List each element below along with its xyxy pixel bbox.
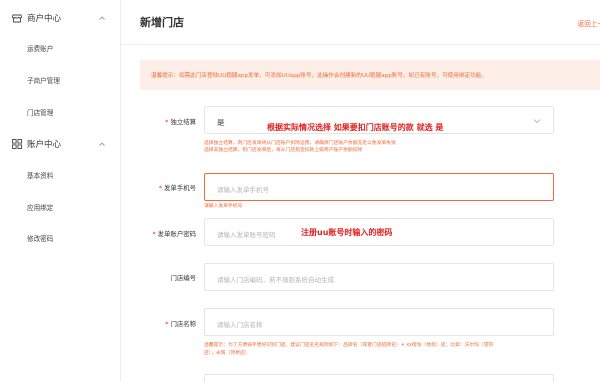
settle-label: * 独立结算 — [165, 118, 196, 126]
sidebar-item-basic-info[interactable]: 基本资料 — [0, 166, 121, 184]
password-annotation: 注册uu账号时输入的密码 — [301, 228, 393, 237]
password-label: * 发单账户密码 — [152, 230, 196, 238]
phone-input[interactable]: 请输入发单手机号 — [204, 173, 554, 201]
notice-banner: 温馨提示：如需此门店登陆UU跑腿app发单，可添加UUapp账号，此操作会创建新… — [140, 60, 600, 90]
page-title: 新增门店 — [140, 16, 184, 29]
main-content: 新增门店 返回上一 温馨提示：如需此门店登陆UU跑腿app发单，可添加UUapp… — [121, 0, 600, 382]
chevron-up-icon — [99, 142, 105, 146]
phone-label: * 发单手机号 — [158, 184, 196, 192]
next-field[interactable] — [204, 374, 554, 382]
store-name-placeholder: 请输入门店名称 — [217, 321, 263, 329]
sidebar-item-freight-account[interactable]: 运费账户 — [0, 39, 121, 57]
store-code-input[interactable]: 请输入门店编码，若不填则系统自动生成 — [204, 263, 554, 291]
sidebar-item-label: 运费账户 — [27, 45, 54, 53]
phone-error: 请输入发单手机号 — [204, 204, 243, 209]
grid-icon — [12, 139, 22, 149]
settle-value: 是 — [217, 118, 225, 127]
settle-annotation: 根据实际情况选择 如果要扣门店账号的款 就选 是 — [267, 123, 444, 132]
phone-placeholder: 请输入发单手机号 — [217, 186, 269, 194]
code-label: 门店编号 — [170, 274, 196, 282]
settle-hint: 选择非独立结算，则门店发单后，将从门店指定扣款上级商户账户余额扣除 — [204, 148, 363, 153]
back-link[interactable]: 返回上一 — [578, 18, 600, 28]
sidebar-item-sub-merchants[interactable]: 子商户管理 — [0, 71, 121, 89]
sidebar-item-label: 子商户管理 — [27, 77, 60, 85]
store-name-hint: 店），永辉（顶桥店） — [204, 351, 250, 356]
sidebar-item-app-binding[interactable]: 应用绑定 — [0, 198, 121, 216]
name-label: * 门店名称 — [165, 320, 196, 328]
menu-group-merchant-center[interactable]: 商户中心 — [0, 8, 121, 28]
sidebar: 商户中心 运费账户 子商户管理 门店管理 账户中心 基本资料 应用绑定 修改密码 — [0, 0, 121, 382]
chevron-down-icon — [533, 119, 541, 124]
sidebar-item-store-management[interactable]: 门店管理 — [0, 103, 121, 121]
chevron-up-icon — [99, 16, 105, 20]
menu-group-account-center[interactable]: 账户中心 — [0, 134, 121, 154]
sidebar-item-label: 修改密码 — [27, 235, 54, 243]
menu-group-title: 账户中心 — [27, 140, 62, 150]
notice-text: 温馨提示：如需此门店登陆UU跑腿app发单，可添加UUapp账号，此操作会创建新… — [151, 73, 487, 79]
store-icon — [12, 14, 22, 23]
sidebar-item-label: 门店管理 — [27, 109, 54, 117]
sidebar-item-label: 基本资料 — [27, 172, 54, 180]
sidebar-item-change-password[interactable]: 修改密码 — [0, 229, 121, 247]
store-name-input[interactable]: 请输入门店名称 — [204, 308, 554, 336]
store-name-hint: 温馨提示：为了方便骑手更好识别门店，建议门店名名规则如下：品牌名（或者门店招牌名… — [204, 343, 494, 348]
password-placeholder: 请输入发单账号密码 — [217, 231, 276, 239]
sidebar-item-label: 应用绑定 — [27, 204, 54, 212]
page-header: 新增门店 返回上一 — [121, 0, 600, 45]
store-code-placeholder: 请输入门店编码，若不填则系统自动生成 — [217, 276, 334, 284]
menu-group-title: 商户中心 — [27, 14, 62, 24]
